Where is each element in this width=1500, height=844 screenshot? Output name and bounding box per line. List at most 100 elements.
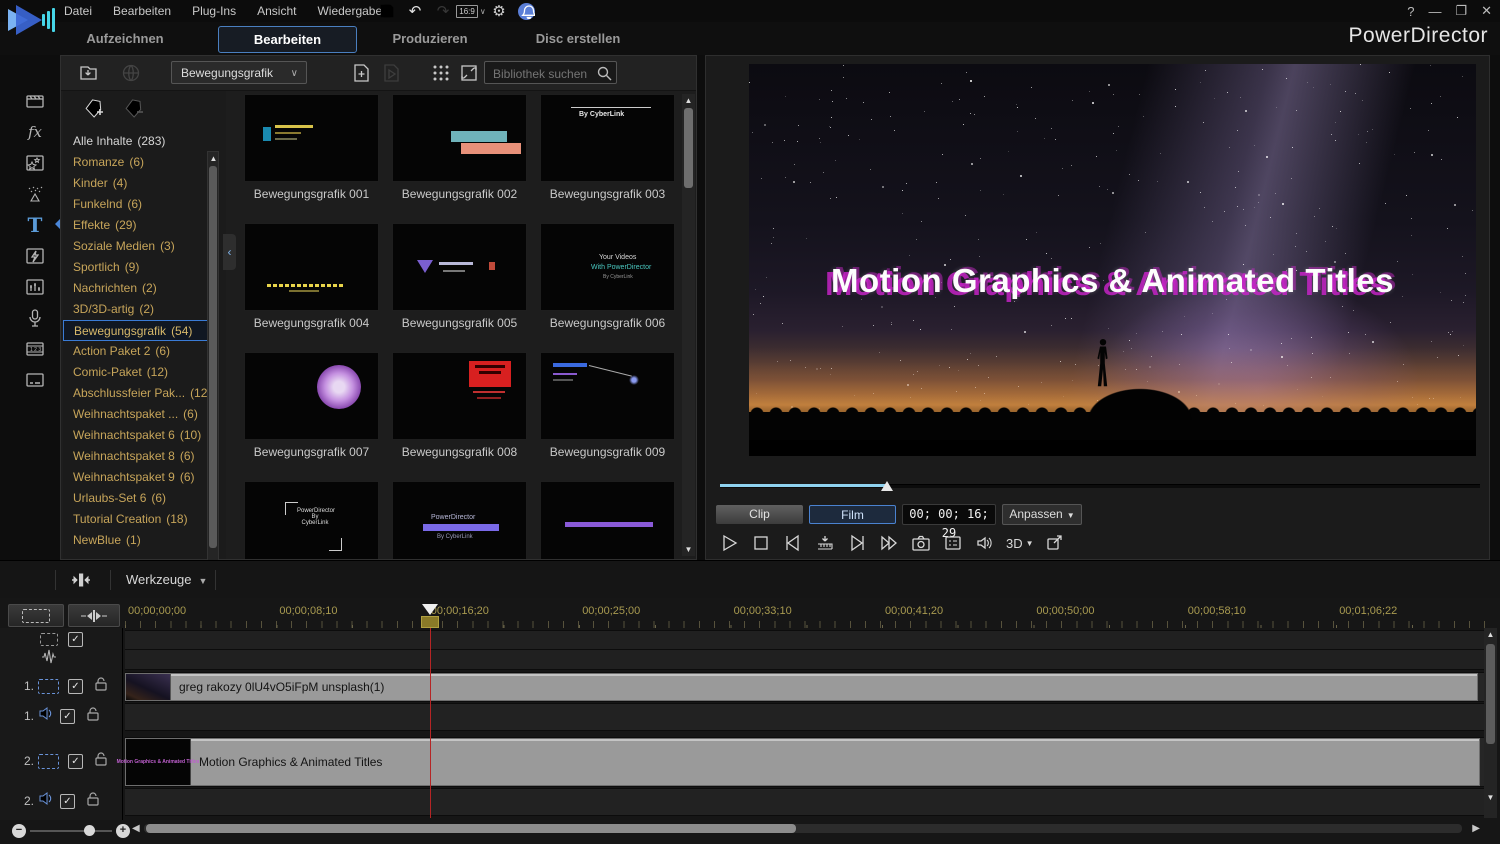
fit-dropdown[interactable]: Anpassen▼ (1002, 504, 1082, 525)
horizontal-scrollbar[interactable]: ◀ ▶ (128, 822, 1480, 836)
scroll-left-icon[interactable]: ◀ (132, 823, 140, 834)
track-enable-checkbox[interactable]: ✓ (60, 794, 75, 809)
library-item[interactable]: Bewegungsgrafik 001 (244, 94, 379, 201)
copy-title-icon[interactable] (379, 61, 403, 85)
menu-wiedergabe[interactable]: Wiedergabe (317, 4, 382, 18)
track-lock-icon[interactable] (86, 706, 100, 726)
scrollbar-thumb[interactable] (209, 166, 217, 548)
item-thumbnail[interactable] (392, 352, 527, 440)
clip-title-1[interactable]: Motion Graphics & Animated TitlesMotion … (125, 738, 1480, 786)
category-item[interactable]: Sportlich(9) (63, 257, 213, 278)
timeline-row[interactable]: Motion Graphics & Animated TitlesMotion … (125, 737, 1485, 787)
category-item[interactable]: Weihnachtspaket ...(6) (63, 404, 213, 425)
ffwd-icon[interactable] (878, 533, 899, 554)
category-item[interactable]: NewBlue(1) (63, 530, 213, 551)
tab-discerstellen[interactable]: Disc erstellen (503, 26, 653, 51)
category-scrollbar[interactable]: ▲ ▼ (207, 151, 219, 591)
chapter-room-icon[interactable]: 1 2 3 (15, 333, 55, 364)
item-thumbnail[interactable]: PowerDirectorByCyberLink (244, 481, 379, 559)
new-title-icon[interactable] (349, 61, 373, 85)
snapshot-icon[interactable] (910, 533, 931, 554)
category-item[interactable]: Weihnachtspaket 9(6) (63, 467, 213, 488)
gear-icon[interactable]: ⚙ (490, 2, 508, 20)
category-item[interactable]: Kinder(4) (63, 173, 213, 194)
library-item[interactable]: Bewegungsgrafik 012 (540, 481, 675, 559)
vertical-scrollbar[interactable]: ▲ ▼ (1484, 628, 1497, 818)
category-item[interactable]: Comic-Paket(12) (63, 362, 213, 383)
library-item[interactable]: PowerDirectorBy CyberLinkBewegungsgrafik… (392, 481, 527, 559)
download-icon[interactable] (119, 61, 143, 85)
film-mode-button[interactable]: Film (809, 505, 896, 524)
tools-dropdown[interactable]: Werkzeuge▼ (126, 569, 207, 591)
menu-bearbeiten[interactable]: Bearbeiten (113, 4, 171, 18)
split-button[interactable] (68, 569, 94, 591)
effects-room-icon[interactable]: fx (15, 116, 55, 147)
title-room-icon[interactable]: T (15, 209, 55, 240)
item-thumbnail[interactable] (244, 223, 379, 311)
item-thumbnail[interactable] (540, 481, 675, 559)
playhead-grip[interactable] (421, 616, 439, 628)
timeline-row[interactable] (125, 788, 1485, 816)
menu-plugins[interactable]: Plug-Ins (192, 4, 236, 18)
clip-mode-button[interactable]: Clip (716, 505, 803, 524)
aspect-ratio-dropdown[interactable]: 16:9∨ (462, 2, 480, 20)
library-filter-dropdown[interactable]: Bewegungsgrafik∨ (171, 61, 307, 84)
zoom-slider-handle[interactable] (84, 825, 95, 836)
scroll-up-icon[interactable]: ▲ (209, 154, 218, 163)
scrollbar-thumb[interactable] (684, 108, 693, 188)
timeline-ruler[interactable]: 00;00;00;0000;00;08;1000;00;16;2000;00;2… (125, 603, 1485, 628)
category-item[interactable]: Nachrichten(2) (63, 278, 213, 299)
scroll-up-icon[interactable]: ▲ (684, 96, 693, 105)
3d-dropdown[interactable]: 3D▼ (1006, 536, 1034, 551)
tag-add-icon[interactable] (83, 97, 105, 124)
category-item[interactable]: Alle Inhalte(283) (63, 131, 213, 152)
tab-produzieren[interactable]: Produzieren (360, 26, 500, 51)
timeline-row[interactable] (125, 703, 1485, 731)
next-frame-icon[interactable] (846, 533, 867, 554)
save-icon[interactable] (378, 2, 396, 20)
scrollbar-thumb[interactable] (1486, 644, 1495, 744)
thumbnail-size-icon[interactable] (457, 61, 481, 85)
close-icon[interactable]: ✕ (1481, 3, 1492, 19)
timeline-row[interactable] (125, 649, 1485, 670)
category-item[interactable]: Weihnachtspaket 8(6) (63, 446, 213, 467)
timecode-display[interactable]: 00; 00; 16; 29 (902, 504, 996, 525)
item-thumbnail[interactable] (392, 223, 527, 311)
track-enable-checkbox[interactable]: ✓ (68, 679, 83, 694)
audio-mixing-room-icon[interactable] (15, 271, 55, 302)
volume-icon[interactable] (974, 533, 995, 554)
category-item[interactable]: Urlaubs-Set 6(6) (63, 488, 213, 509)
undo-icon[interactable]: ↶ (406, 2, 424, 20)
seek-bar[interactable] (720, 480, 1480, 492)
category-item[interactable]: Romanze(6) (63, 152, 213, 173)
category-item[interactable]: Action Paket 2(6) (63, 341, 213, 362)
pip-objects-room-icon[interactable] (15, 147, 55, 178)
seek-thumb[interactable] (881, 481, 893, 491)
category-item[interactable]: Funkelnd(6) (63, 194, 213, 215)
item-thumbnail[interactable] (392, 94, 527, 182)
item-thumbnail[interactable]: By CyberLink (540, 94, 675, 182)
playhead-marker[interactable] (422, 604, 438, 615)
library-search[interactable] (484, 61, 617, 84)
track-lock-icon[interactable] (86, 791, 100, 811)
timeline-row[interactable] (125, 630, 1485, 651)
category-item[interactable]: Effekte(29) (63, 215, 213, 236)
redo-icon[interactable]: ↷ (434, 2, 452, 20)
item-thumbnail[interactable]: PowerDirectorBy CyberLink (392, 481, 527, 559)
import-media-icon[interactable] (77, 61, 101, 85)
library-item[interactable]: Bewegungsgrafik 002 (392, 94, 527, 201)
media-room-icon[interactable] (15, 85, 55, 116)
notification-bell-icon[interactable] (518, 3, 535, 20)
library-item[interactable]: Bewegungsgrafik 009 (540, 352, 675, 459)
scrollbar-thumb[interactable] (146, 824, 796, 833)
minimize-icon[interactable]: — (1428, 4, 1441, 19)
grid-view-icon[interactable] (429, 61, 453, 85)
particle-room-icon[interactable] (15, 178, 55, 209)
category-item[interactable]: Tutorial Creation(18) (63, 509, 213, 530)
subtitle-room-icon[interactable] (15, 364, 55, 395)
prev-frame-icon[interactable] (782, 533, 803, 554)
track-lock-icon[interactable] (94, 676, 108, 696)
scroll-right-icon[interactable]: ▶ (1472, 823, 1480, 834)
menu-ansicht[interactable]: Ansicht (257, 4, 296, 18)
collapse-tag-panel-button[interactable]: ‹ (223, 234, 236, 270)
